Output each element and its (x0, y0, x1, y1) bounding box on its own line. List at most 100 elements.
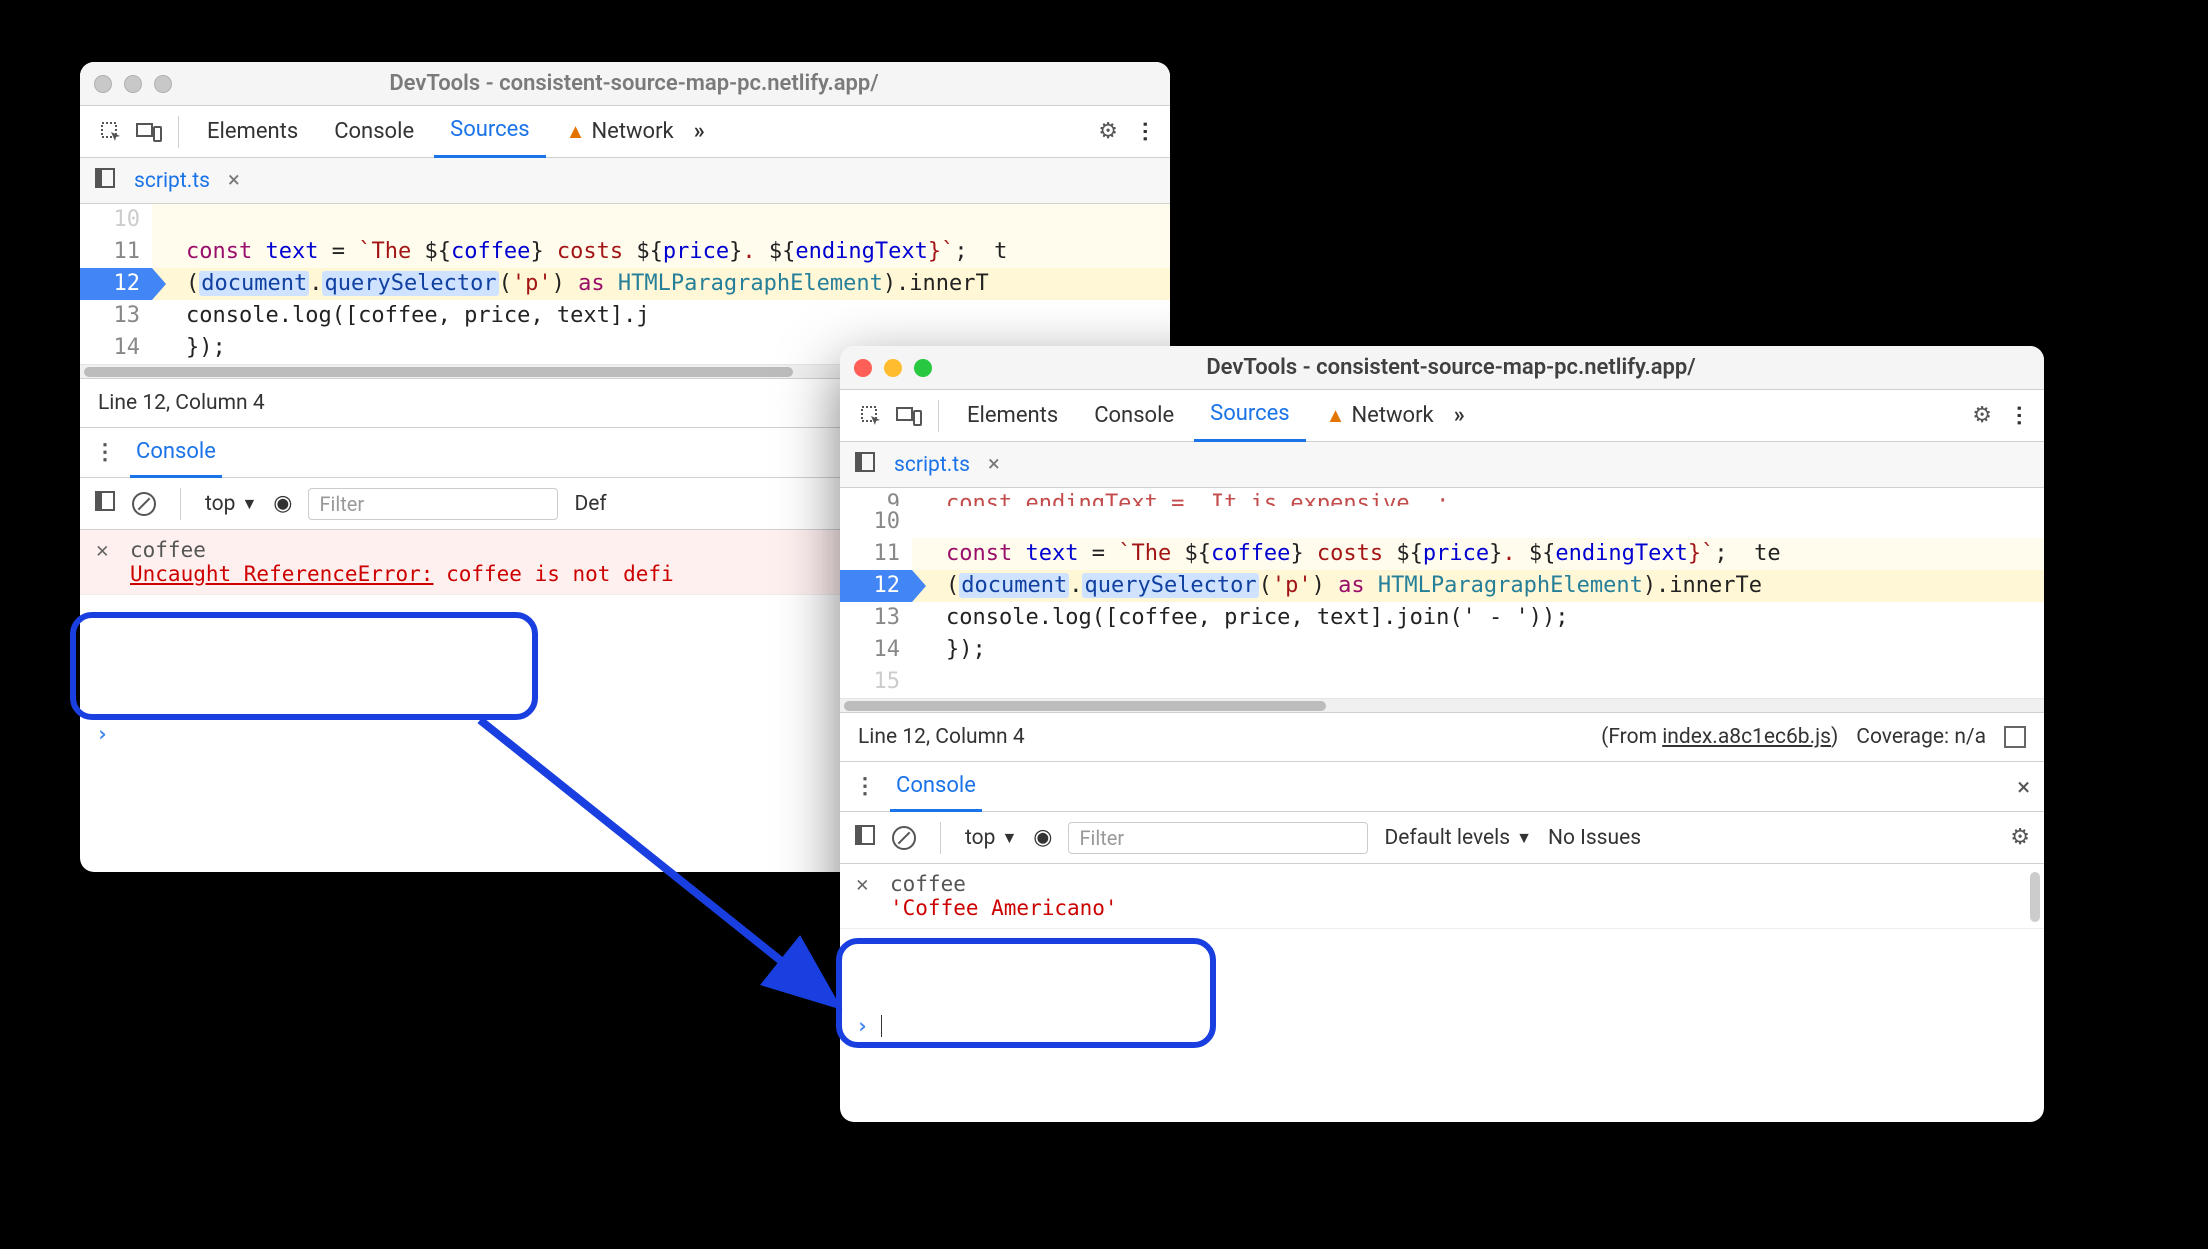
code-editor[interactable]: 10 11const text = `The ${coffee} costs $… (80, 204, 1170, 364)
console-error-rest: coffee is not defi (433, 562, 673, 586)
cursor-position: Line 12, Column 4 (98, 391, 265, 415)
traffic-lights (94, 75, 172, 93)
code-line: }); (912, 634, 2044, 666)
horizontal-scrollbar[interactable] (840, 698, 2044, 712)
execution-line-number: 12 (840, 570, 912, 602)
prompt-caret-icon: › (96, 722, 109, 746)
drawer-menu-icon[interactable]: ⋮ (854, 774, 876, 799)
line-number: 14 (840, 634, 912, 666)
live-expression-icon[interactable]: ◉ (1033, 825, 1052, 850)
zoom-window-icon[interactable] (154, 75, 172, 93)
settings-gear-icon[interactable]: ⚙ (1972, 403, 1992, 428)
tab-elements[interactable]: Elements (191, 107, 314, 157)
drawer-menu-icon[interactable]: ⋮ (94, 440, 116, 465)
line-number: 14 (80, 332, 152, 364)
window-title: DevTools - consistent-source-map-pc.netl… (172, 71, 1156, 96)
execution-line-number: 12 (80, 268, 152, 300)
live-expression-icon[interactable]: ◉ (273, 491, 292, 516)
tab-sources[interactable]: Sources (1194, 389, 1306, 442)
minimize-window-icon[interactable] (124, 75, 142, 93)
separator (938, 400, 939, 432)
window-title: DevTools - consistent-source-map-pc.netl… (932, 355, 2030, 380)
zoom-window-icon[interactable] (914, 359, 932, 377)
drawer-tab-console[interactable]: Console (130, 427, 222, 478)
chevron-down-icon: ▼ (241, 494, 257, 514)
tab-network-label: Network (591, 119, 673, 144)
source-map-origin: (From index.a8c1ec6b.js) (1601, 725, 1838, 749)
close-file-icon[interactable]: × (988, 452, 1000, 477)
close-file-icon[interactable]: × (228, 168, 240, 193)
chevron-down-icon: ▼ (1001, 828, 1017, 848)
close-window-icon[interactable] (94, 75, 112, 93)
device-toggle-icon[interactable] (892, 399, 926, 433)
devtools-window-after: DevTools - consistent-source-map-pc.netl… (840, 346, 2044, 1122)
titlebar: DevTools - consistent-source-map-pc.netl… (80, 62, 1170, 106)
console-command-echo: coffee (890, 872, 1118, 896)
text-cursor (881, 1015, 882, 1037)
coverage-icon[interactable] (2004, 726, 2026, 748)
open-file-tab[interactable]: script.ts (894, 453, 970, 477)
inspect-icon[interactable] (94, 115, 128, 149)
warning-icon: ▲ (1326, 403, 1346, 428)
inspect-icon[interactable] (854, 399, 888, 433)
console-result-row[interactable]: ✕ coffee 'Coffee Americano' (840, 864, 2044, 929)
code-line (912, 506, 2044, 538)
issues-button[interactable]: No Issues (1548, 826, 1641, 850)
coverage-status: Coverage: n/a (1856, 725, 1986, 749)
code-line (152, 204, 1170, 236)
open-file-tab[interactable]: script.ts (134, 169, 210, 193)
tab-console[interactable]: Console (318, 107, 430, 157)
collapse-icon[interactable]: ✕ (856, 872, 876, 896)
line-number: 9 (840, 488, 912, 506)
console-command-echo: coffee (130, 538, 674, 562)
separator (180, 488, 181, 520)
tab-elements[interactable]: Elements (951, 391, 1074, 441)
console-settings-icon[interactable]: ⚙ (2010, 825, 2030, 850)
close-window-icon[interactable] (854, 359, 872, 377)
line-number: 13 (840, 602, 912, 634)
drawer-tabbar: ⋮ Console × (840, 762, 2044, 812)
editor-statusbar: Line 12, Column 4 (From index.a8c1ec6b.j… (840, 712, 2044, 762)
toggle-navigator-icon[interactable] (854, 451, 876, 479)
device-toggle-icon[interactable] (132, 115, 166, 149)
kebab-menu-icon[interactable]: ⋯ (1133, 121, 1158, 143)
clear-console-icon[interactable] (892, 826, 916, 850)
vertical-scrollbar[interactable] (2030, 872, 2040, 922)
log-levels-selector[interactable]: Def (574, 492, 606, 516)
log-levels-selector[interactable]: Default levels ▼ (1384, 826, 1531, 850)
toggle-navigator-icon[interactable] (94, 167, 116, 195)
line-number: 15 (840, 666, 912, 698)
tab-sources[interactable]: Sources (434, 105, 546, 158)
close-drawer-icon[interactable]: × (2017, 773, 2030, 801)
tab-network[interactable]: ▲ Network (1310, 391, 1450, 441)
minimize-window-icon[interactable] (884, 359, 902, 377)
settings-gear-icon[interactable]: ⚙ (1098, 119, 1118, 144)
code-line: const endingText = It is expensive. ; (912, 488, 2044, 506)
console-filter-input[interactable]: Filter (308, 488, 558, 520)
console-prompt[interactable]: › (840, 929, 2044, 1122)
console-sidebar-toggle-icon[interactable] (854, 824, 876, 852)
code-line (912, 666, 2044, 698)
tab-network[interactable]: ▲ Network (550, 107, 690, 157)
separator (940, 822, 941, 854)
console-filter-input[interactable]: Filter (1068, 822, 1368, 854)
code-editor[interactable]: 9const endingText = It is expensive. ; 1… (840, 488, 2044, 698)
expand-error-icon[interactable]: ✕ (96, 538, 116, 562)
tab-console[interactable]: Console (1078, 391, 1190, 441)
context-selector[interactable]: top ▼ (965, 826, 1017, 850)
clear-console-icon[interactable] (132, 492, 156, 516)
context-selector[interactable]: top ▼ (205, 492, 257, 516)
code-line-current: (document.querySelector('p') as HTMLPara… (912, 570, 2044, 602)
drawer-tab-console[interactable]: Console (890, 761, 982, 812)
line-number: 11 (80, 236, 152, 268)
kebab-menu-icon[interactable]: ⋯ (2007, 405, 2032, 427)
code-line: const text = `The ${coffee} costs ${pric… (152, 236, 1170, 268)
more-tabs-icon[interactable]: » (694, 119, 705, 144)
file-tabbar: script.ts × (840, 442, 2044, 488)
console-sidebar-toggle-icon[interactable] (94, 490, 116, 518)
line-number: 10 (840, 506, 912, 538)
traffic-lights (854, 359, 932, 377)
code-line: console.log([coffee, price, text].j (152, 300, 1170, 332)
more-tabs-icon[interactable]: » (1454, 403, 1465, 428)
code-line-current: (document.querySelector('p') as HTMLPara… (152, 268, 1170, 300)
